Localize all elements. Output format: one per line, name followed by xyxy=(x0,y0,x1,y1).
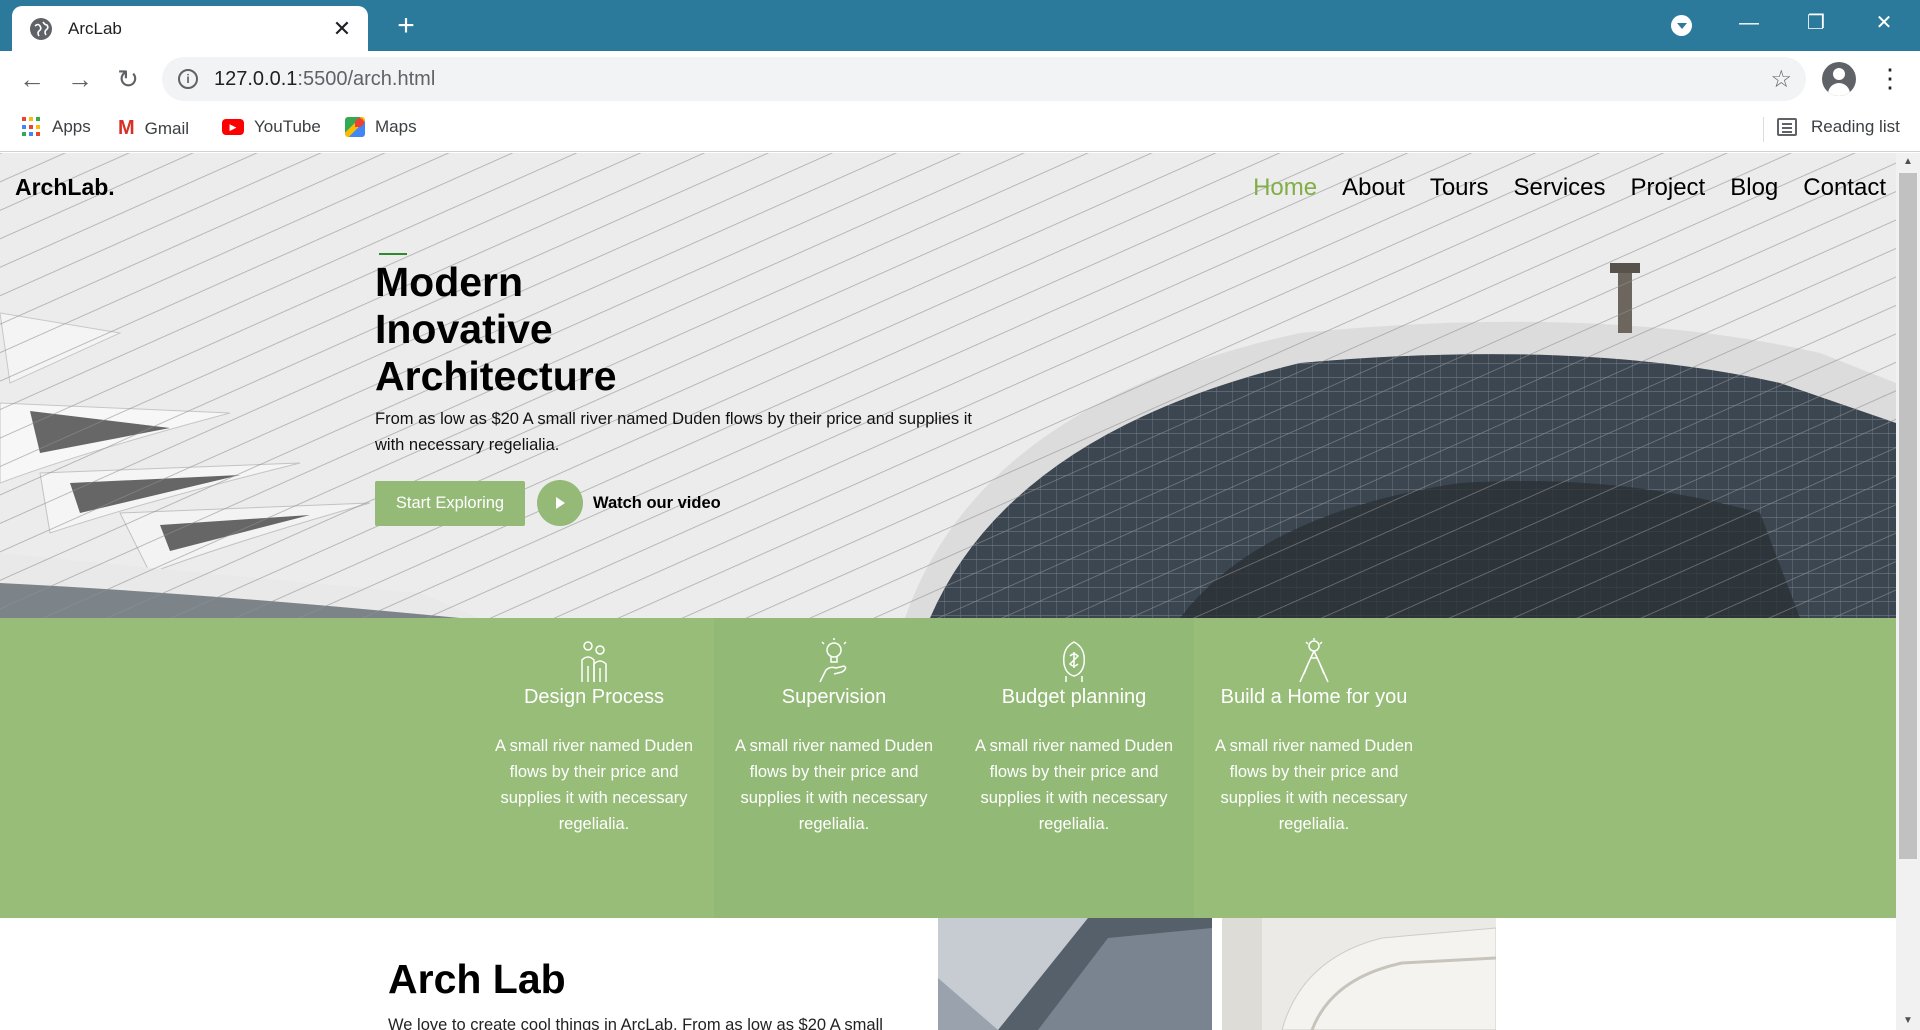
about-title: Arch Lab xyxy=(388,956,566,1002)
account-icon[interactable] xyxy=(1822,62,1856,96)
new-tab-button[interactable]: + xyxy=(390,10,422,42)
tab-title: ArcLab xyxy=(68,18,122,38)
nav-contact[interactable]: Contact xyxy=(1803,174,1886,202)
nav-tours[interactable]: Tours xyxy=(1430,174,1489,202)
globe-icon xyxy=(30,17,52,40)
about-section: Arch Lab We love to create cool things i… xyxy=(0,918,1896,1030)
feature-title: Design Process xyxy=(523,686,665,708)
hero-section: ArchLab. Home About Tours Services Proje… xyxy=(0,153,1896,618)
site-info-icon[interactable]: i xyxy=(178,69,198,89)
feature-card: Build a Home for you A small river named… xyxy=(1194,618,1434,918)
hero-text-block: Modern Inovative Architecture From as lo… xyxy=(375,253,995,458)
feature-description: A small river named Duden flows by their… xyxy=(1214,737,1414,833)
scroll-down-arrow-icon[interactable]: ▼ xyxy=(1896,1012,1920,1030)
scroll-up-arrow-icon[interactable]: ▲ xyxy=(1896,153,1920,171)
people-icon xyxy=(581,641,607,682)
nav-home[interactable]: Home xyxy=(1253,174,1317,202)
minimize-button[interactable]: — xyxy=(1729,8,1769,38)
restore-button[interactable]: ❐ xyxy=(1796,8,1836,38)
forward-button[interactable]: → xyxy=(64,63,96,95)
hero-cta-row: Start Exploring Watch our video xyxy=(375,480,721,526)
bookmark-maps[interactable]: Maps xyxy=(345,117,417,137)
browser-menu-icon[interactable]: ⋮ xyxy=(1877,63,1903,93)
reading-list-button[interactable]: Reading list xyxy=(1777,117,1900,137)
address-bar[interactable]: i 127.0.0.1:5500/arch.html ☆ xyxy=(162,57,1806,101)
feature-card: Budget planning A small river named Dude… xyxy=(954,618,1194,918)
watch-video-link[interactable]: Watch our video xyxy=(593,494,721,513)
browser-tab[interactable]: ArcLab ✕ xyxy=(12,6,368,51)
back-button[interactable]: ← xyxy=(16,63,48,95)
about-image-2 xyxy=(1222,918,1496,1030)
gmail-icon: M xyxy=(118,117,135,139)
builder-icon xyxy=(1299,638,1329,683)
play-icon xyxy=(556,497,565,509)
bookmark-label: Gmail xyxy=(144,118,190,138)
bookmark-label: Apps xyxy=(52,117,91,136)
features-section: Design Process A small river named Duden… xyxy=(0,618,1896,918)
tab-search-icon[interactable] xyxy=(1671,15,1692,36)
youtube-icon: ▶ xyxy=(222,119,244,135)
accent-line xyxy=(379,253,407,255)
nav-project[interactable]: Project xyxy=(1631,174,1706,202)
feature-title: Build a Home for you xyxy=(1220,686,1408,708)
maps-icon xyxy=(345,117,365,137)
feature-title: Supervision xyxy=(781,686,887,708)
bookmarks-bar: Apps M Gmail ▶ YouTube Maps Reading list xyxy=(0,107,1920,152)
play-video-button[interactable] xyxy=(537,480,583,526)
reading-list-icon xyxy=(1777,118,1797,136)
bookmark-label: YouTube xyxy=(254,117,321,136)
feature-description: A small river named Duden flows by their… xyxy=(494,737,694,833)
bookmark-apps[interactable]: Apps xyxy=(22,117,91,137)
feature-card: Design Process A small river named Duden… xyxy=(474,618,714,918)
start-exploring-button[interactable]: Start Exploring xyxy=(375,480,525,526)
hero-subtitle: From as low as $20 A small river named D… xyxy=(375,410,973,454)
feature-description: A small river named Duden flows by their… xyxy=(734,737,934,833)
bookmark-gmail[interactable]: M Gmail xyxy=(118,117,189,140)
close-tab-icon[interactable]: ✕ xyxy=(330,16,354,41)
bookmark-label: Maps xyxy=(375,117,417,136)
feature-card: Supervision A small river named Duden fl… xyxy=(714,618,954,918)
feature-description: A small river named Duden flows by their… xyxy=(974,737,1174,833)
nav-about[interactable]: About xyxy=(1342,174,1405,202)
page-viewport: ArchLab. Home About Tours Services Proje… xyxy=(0,153,1896,1030)
url-text[interactable]: 127.0.0.1:5500/arch.html xyxy=(214,68,435,91)
close-window-button[interactable]: ✕ xyxy=(1864,8,1904,38)
site-logo[interactable]: ArchLab. xyxy=(15,174,115,201)
nav-services[interactable]: Services xyxy=(1514,174,1606,202)
reading-list-label: Reading list xyxy=(1811,117,1900,136)
about-image-1 xyxy=(938,918,1212,1030)
scroll-thumb[interactable] xyxy=(1899,173,1917,859)
bookmark-star-icon[interactable]: ☆ xyxy=(1770,65,1792,94)
apps-grid-icon xyxy=(22,117,42,137)
main-nav: Home About Tours Services Project Blog C… xyxy=(1253,174,1886,202)
feature-title: Budget planning xyxy=(1001,686,1147,708)
browser-tab-bar: ArcLab ✕ + — ❐ ✕ xyxy=(0,0,1920,51)
bookmarks-divider xyxy=(1763,117,1764,142)
lightbulb-hand-icon xyxy=(819,638,847,683)
about-text: We love to create cool things in ArcLab.… xyxy=(388,1016,883,1030)
nav-blog[interactable]: Blog xyxy=(1730,174,1778,202)
hero-title: Modern Inovative Architecture xyxy=(375,259,617,399)
reload-button[interactable]: ↻ xyxy=(112,63,144,95)
page-scrollbar[interactable]: ▲ ▼ xyxy=(1896,153,1920,1030)
money-hand-icon xyxy=(1062,641,1086,682)
bookmark-youtube[interactable]: ▶ YouTube xyxy=(222,117,321,137)
browser-toolbar: ← → ↻ i 127.0.0.1:5500/arch.html ☆ ⋮ xyxy=(0,51,1920,107)
